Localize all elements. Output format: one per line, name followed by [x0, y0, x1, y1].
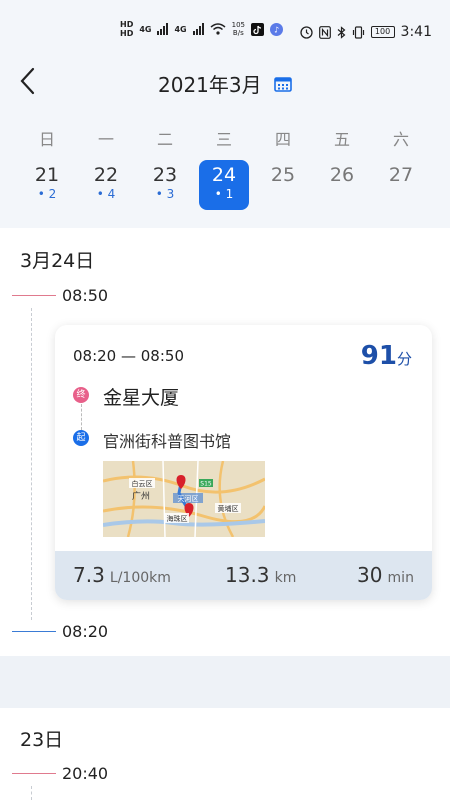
tiktok-icon — [251, 22, 264, 36]
signal-icon — [192, 23, 204, 35]
day-number: 23 — [152, 164, 178, 186]
date-heading: 3月24日 — [20, 250, 95, 272]
timeline-line — [31, 786, 32, 800]
trip-card[interactable]: 08:20 — 08:50 91分 终 金星大厦 起 官洲街科普图书馆 白云区 — [55, 325, 432, 600]
end-location: 金星大厦 — [103, 387, 180, 409]
map-label-tianhe: 天河区 — [178, 495, 199, 503]
weekday-sun: 日 — [38, 130, 55, 149]
day-number: 26 — [329, 164, 355, 186]
wifi-icon — [210, 23, 226, 35]
trip-stats-bar: 7.3 L/100km 13.3 km 30 min — [55, 551, 432, 600]
day-number: 27 — [388, 164, 414, 186]
header: 2021年3月 — [0, 50, 450, 120]
trip-count: • 1 — [214, 187, 234, 201]
timeline-start-time: 08:20 — [12, 622, 108, 641]
alarm-icon — [299, 25, 313, 39]
trip-distance: 13.3 km — [225, 563, 297, 587]
start-location: 官洲街科普图书馆 — [103, 432, 232, 451]
day-number: 21 — [34, 164, 60, 186]
trip-count: • 2 — [37, 187, 57, 201]
route-map-thumbnail[interactable]: 白云区 广州 天河区 海珠区 黄埔区 S15 — [103, 461, 265, 537]
network-type-2: 4G — [174, 24, 187, 34]
end-badge: 终 — [73, 387, 89, 403]
timeline-end-time: 20:40 — [12, 764, 108, 783]
section-gap — [0, 656, 450, 708]
day-number: 25 — [270, 164, 296, 186]
day-cell-26[interactable]: 26 — [317, 160, 367, 210]
trip-count: • 3 — [155, 187, 175, 201]
bluetooth-icon — [337, 25, 345, 39]
day-section-24: 3月24日 08:50 08:20 — 08:50 91分 终 金星大厦 起 官… — [0, 228, 450, 656]
calendar-icon — [274, 76, 292, 92]
weekday-wed: 三 — [215, 130, 232, 149]
time-label: 20:40 — [62, 764, 109, 783]
weekday-mon: 一 — [97, 130, 114, 149]
month-picker[interactable]: 2021年3月 — [0, 69, 450, 98]
route-connector — [81, 404, 82, 430]
fuel-consumption: 7.3 L/100km — [73, 563, 171, 587]
weekday-tue: 二 — [156, 130, 173, 149]
nfc-icon — [318, 25, 331, 39]
day-cell-25[interactable]: 25 — [258, 160, 308, 210]
day-section-23: 23日 20:40 — [0, 708, 450, 800]
battery-icon: 100 — [370, 26, 395, 38]
weekday-fri: 五 — [333, 130, 350, 149]
weekday-thu: 四 — [274, 130, 291, 149]
svg-text:♪: ♪ — [274, 25, 279, 34]
map-label-haizhu: 海珠区 — [167, 514, 188, 523]
trip-duration: 30 min — [357, 563, 414, 587]
hd-indicator: HD HD — [120, 20, 134, 38]
timeline-line — [31, 308, 32, 620]
day-number: 22 — [93, 164, 119, 186]
map-label-huangpu: 黄埔区 — [218, 504, 239, 513]
date-heading: 23日 — [20, 729, 64, 751]
timeline-end-time: 08:50 — [12, 286, 108, 305]
trip-time-range: 08:20 — 08:50 — [73, 347, 184, 365]
music-app-icon: ♪ — [270, 22, 283, 36]
day-cell-22[interactable]: 22 • 4 — [81, 160, 131, 210]
month-title: 2021年3月 — [158, 73, 262, 97]
trip-count: • 4 — [96, 187, 116, 201]
map-label-baiyun: 白云区 — [132, 479, 153, 488]
week-strip: 日 一 二 三 四 五 六 21 • 2 22 • 4 23 • 3 24 • … — [0, 120, 450, 228]
status-bar: HD HD 4G 4G 105 B/s ♪ 100 3:41 — [0, 0, 450, 50]
day-cell-21[interactable]: 21 • 2 — [22, 160, 72, 210]
map-label-road: S15 — [200, 481, 212, 488]
time-label: 08:20 — [62, 622, 109, 641]
signal-icon — [157, 23, 169, 35]
start-badge: 起 — [73, 430, 89, 446]
time-label: 08:50 — [62, 286, 109, 305]
vibrate-icon — [352, 25, 364, 39]
network-speed: 105 B/s — [231, 21, 245, 37]
day-cell-23[interactable]: 23 • 3 — [140, 160, 190, 210]
day-cell-27[interactable]: 27 — [376, 160, 426, 210]
day-cell-24-selected[interactable]: 24 • 1 — [199, 160, 249, 210]
network-type-1: 4G — [139, 24, 152, 34]
status-time: 3:41 — [400, 24, 432, 40]
map-label-city: 广州 — [132, 490, 150, 502]
weekday-sat: 六 — [392, 130, 409, 149]
trip-score: 91分 — [360, 341, 412, 371]
day-number: 24 — [211, 164, 237, 186]
